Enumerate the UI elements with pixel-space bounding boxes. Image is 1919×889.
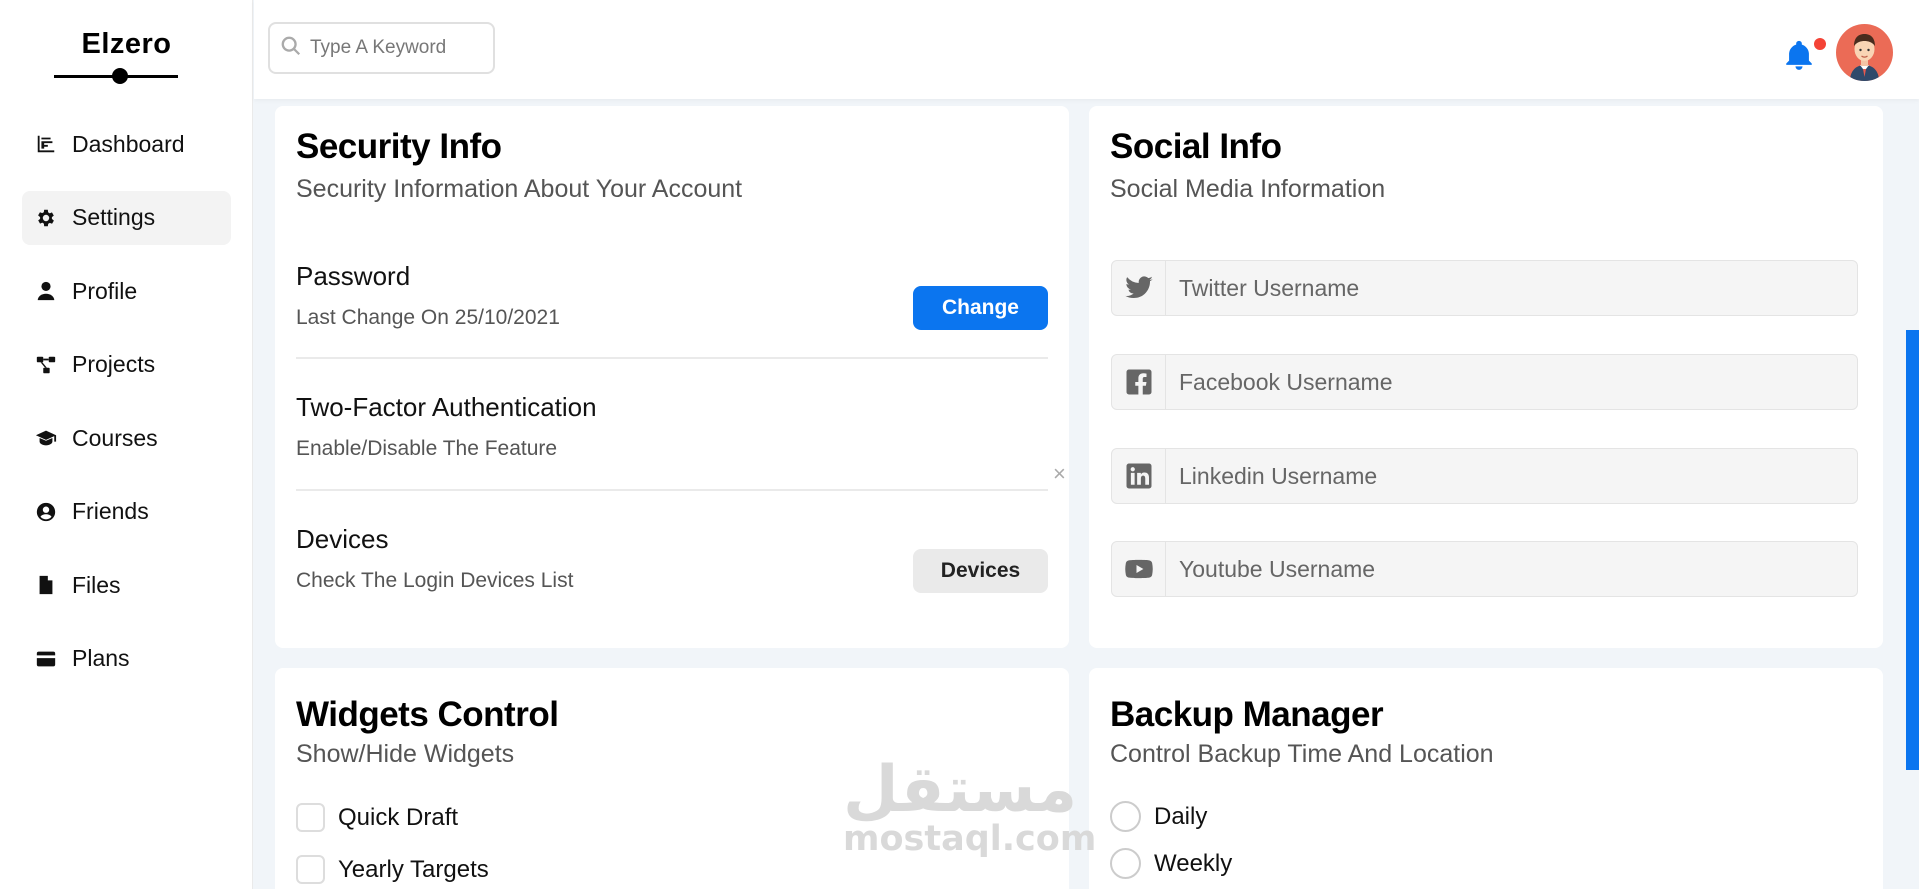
sidebar-item-label: Plans [72,645,130,671]
facebook-field [1111,354,1858,410]
devices-title: Devices [296,524,389,554]
sidebar: Elzero Dashboard Settings Profile Projec… [0,0,253,889]
backup-option-daily[interactable]: Daily [1110,801,1207,832]
sidebar-item-projects[interactable]: Projects [22,338,231,392]
radio-button[interactable] [1110,848,1141,879]
widget-option-yearly-targets[interactable]: Yearly Targets [296,855,489,884]
divider [296,489,1048,491]
sidebar-item-friends[interactable]: Friends [22,485,231,539]
two-factor-desc: Enable/Disable The Feature [296,437,558,460]
radio-label: Weekly [1154,849,1233,877]
security-info-card: Security Info Security Information About… [275,106,1069,648]
backup-manager-card: Backup Manager Control Backup Time And L… [1089,668,1883,889]
bell-icon[interactable] [1782,36,1818,76]
facebook-username-input[interactable] [1166,355,1857,409]
logo-dot [112,68,128,84]
facebook-icon [1112,355,1166,409]
sidebar-nav: Dashboard Settings Profile Projects Cour… [22,117,231,705]
checkbox-label: Yearly Targets [338,855,489,883]
diagram-icon [34,353,58,377]
watermark: مستقل mostaql.com [843,753,1097,859]
close-icon[interactable]: × [1053,461,1066,487]
youtube-field [1111,541,1858,597]
password-title: Password [296,261,411,291]
sidebar-item-files[interactable]: Files [22,558,231,612]
youtube-username-input[interactable] [1166,542,1857,596]
sidebar-item-label: Files [72,571,121,598]
page-scrollbar[interactable] [1906,330,1919,770]
radio-button[interactable] [1110,801,1141,832]
notification-badge [1814,38,1826,50]
sidebar-item-label: Courses [72,424,158,451]
two-factor-title: Two-Factor Authentication [296,392,597,422]
linkedin-username-input[interactable] [1166,449,1857,503]
checkbox-label: Quick Draft [338,803,459,831]
watermark-arabic: مستقل [843,753,1078,827]
sidebar-item-profile[interactable]: Profile [22,264,231,318]
devices-button[interactable]: Devices [913,549,1048,593]
youtube-icon [1112,542,1166,596]
file-icon [34,573,58,597]
devices-desc: Check The Login Devices List [296,569,574,592]
credit-card-icon [34,647,58,671]
top-header [254,0,1919,99]
search-icon [280,35,310,62]
card-subtitle: Security Information About Your Account [296,175,743,203]
user-circle-icon [34,500,58,524]
card-subtitle: Social Media Information [1110,175,1386,203]
sidebar-item-label: Profile [72,277,138,304]
checkbox[interactable] [296,855,325,884]
chart-icon [34,132,58,156]
gear-icon [34,206,58,230]
linkedin-icon [1112,449,1166,503]
user-icon [34,279,58,303]
avatar[interactable] [1836,24,1893,81]
card-title: Backup Manager [1110,695,1384,734]
card-title: Social Info [1110,127,1282,166]
sidebar-item-dashboard[interactable]: Dashboard [22,117,231,171]
backup-option-weekly[interactable]: Weekly [1110,848,1232,879]
widget-option-quick-draft[interactable]: Quick Draft [296,803,458,832]
sidebar-item-label: Friends [72,498,149,524]
brand-logo[interactable]: Elzero [0,28,253,61]
sidebar-item-courses[interactable]: Courses [22,411,231,465]
card-subtitle: Control Backup Time And Location [1110,740,1494,768]
card-title: Widgets Control [296,695,559,734]
twitter-icon [1112,261,1166,315]
twitter-field [1111,260,1858,316]
radio-label: Daily [1154,802,1208,830]
linkedin-field [1111,448,1858,504]
search-box[interactable] [268,22,495,74]
card-title: Security Info [296,127,502,166]
sidebar-item-plans[interactable]: Plans [22,632,231,686]
twitter-username-input[interactable] [1166,261,1857,315]
search-input[interactable] [310,37,480,59]
social-info-card: Social Info Social Media Information [1089,106,1883,648]
sidebar-item-settings[interactable]: Settings [22,190,231,245]
divider [296,357,1048,359]
graduation-cap-icon [34,426,58,450]
sidebar-item-label: Dashboard [72,130,185,157]
card-subtitle: Show/Hide Widgets [296,740,515,768]
sidebar-item-label: Projects [72,351,156,377]
watermark-latin: mostaql.com [843,819,1097,859]
password-last-change: Last Change On 25/10/2021 [296,306,560,329]
sidebar-item-label: Settings [72,204,156,230]
change-password-button[interactable]: Change [913,286,1048,330]
checkbox[interactable] [296,803,325,832]
